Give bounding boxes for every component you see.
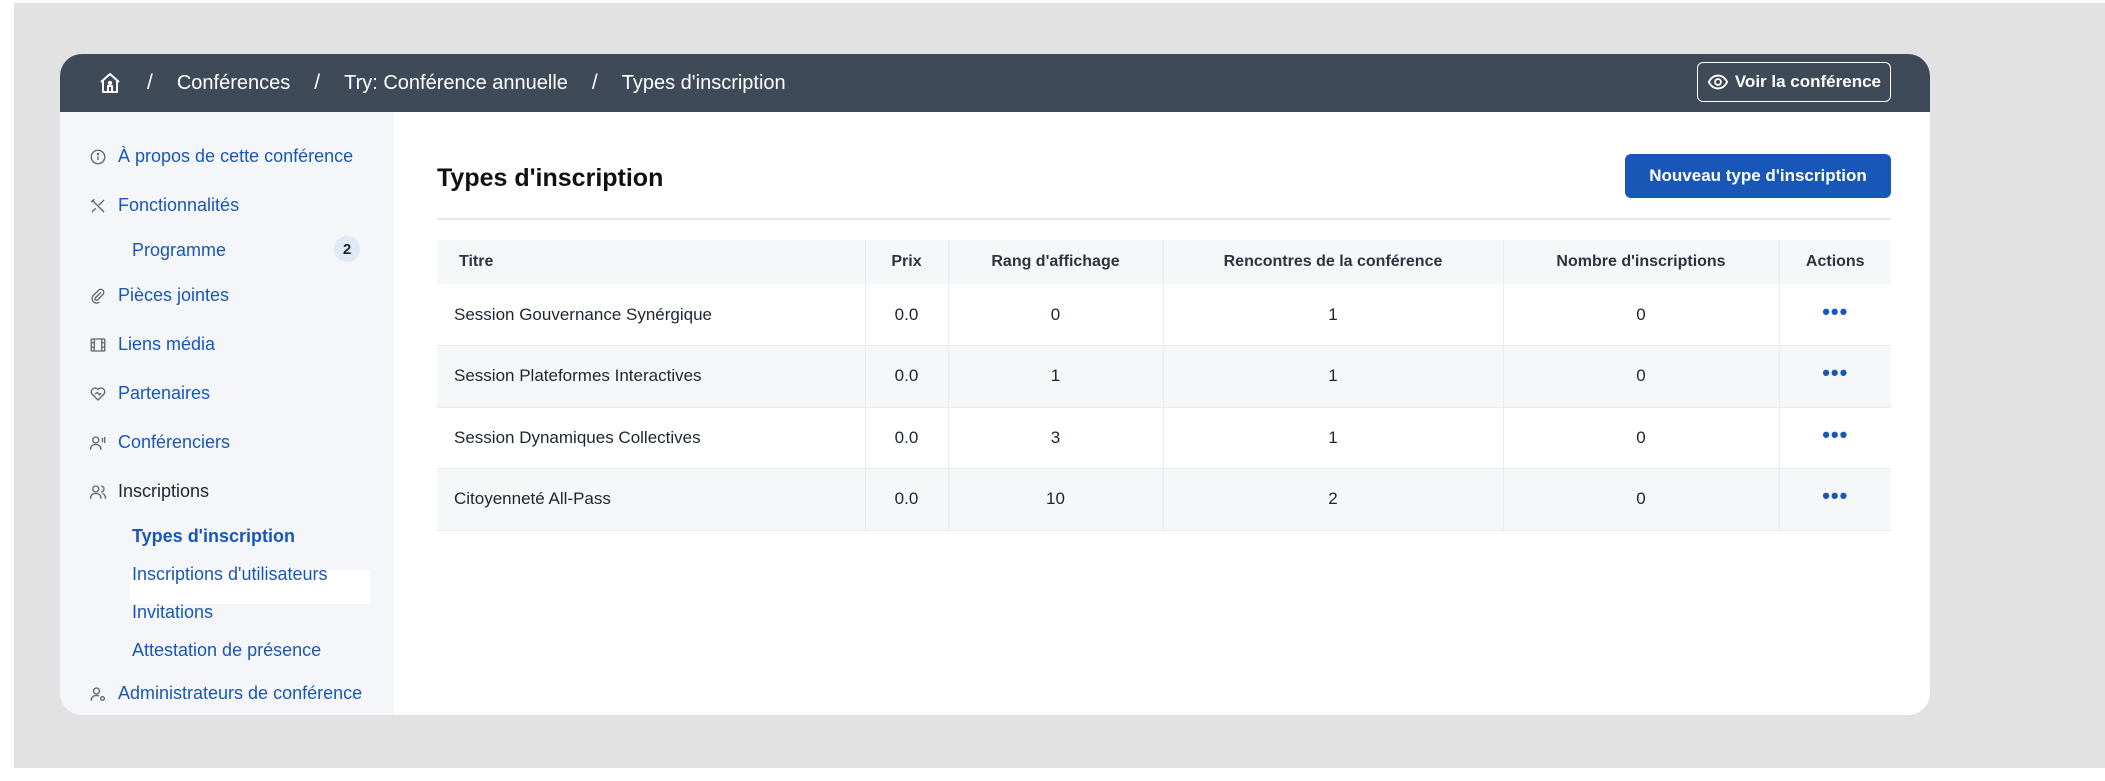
breadcrumb-current: Types d'inscription bbox=[621, 71, 786, 94]
column-header-count[interactable]: Nombre d'inscriptions bbox=[1503, 240, 1780, 284]
cell-price: 0.0 bbox=[865, 407, 949, 469]
registration-types-table: Titre Prix Rang d'affichage Rencontres d… bbox=[437, 240, 1891, 531]
table-row[interactable]: Session Dynamiques Collectives 0.0 3 1 0… bbox=[437, 407, 1891, 469]
view-conference-button[interactable]: Voir la conférence bbox=[1696, 62, 1891, 102]
top-bar: / Conférences / Try: Conférence annuelle… bbox=[60, 54, 1930, 112]
paperclip-icon bbox=[88, 286, 108, 306]
cell-title: Session Gouvernance Synérgique bbox=[437, 284, 866, 346]
sidebar-item-about[interactable]: À propos de cette conférence bbox=[88, 146, 353, 167]
home-icon[interactable] bbox=[97, 70, 123, 96]
sidebar: À propos de cette conférence Fonctionnal… bbox=[60, 112, 394, 715]
table-row[interactable]: Session Gouvernance Synérgique 0.0 0 1 0… bbox=[437, 284, 1891, 346]
cell-title: Session Plateformes Interactives bbox=[437, 345, 866, 407]
cell-count: 0 bbox=[1503, 468, 1780, 530]
cell-actions: ••• bbox=[1779, 284, 1891, 346]
cell-rank: 10 bbox=[948, 468, 1164, 530]
sidebar-item-attendance[interactable]: Attestation de présence bbox=[132, 640, 321, 661]
sidebar-item-programme[interactable]: Programme bbox=[132, 240, 226, 261]
divider bbox=[437, 218, 1891, 220]
handshake-heart-icon bbox=[88, 384, 108, 404]
eye-icon bbox=[1707, 71, 1729, 93]
cell-title: Session Dynamiques Collectives bbox=[437, 407, 866, 469]
sidebar-item-admins[interactable]: Administrateurs de conférence bbox=[88, 683, 362, 704]
column-header-title[interactable]: Titre bbox=[437, 240, 866, 284]
breadcrumb-conferences[interactable]: Conférences bbox=[177, 72, 290, 95]
cell-actions: ••• bbox=[1779, 346, 1891, 408]
sidebar-item-label: Fonctionnalités bbox=[118, 195, 240, 215]
speaker-icon bbox=[88, 433, 108, 453]
breadcrumb-separator: / bbox=[591, 71, 598, 94]
new-registration-type-button[interactable]: Nouveau type d'inscription bbox=[1625, 154, 1891, 198]
main-content: Types d'inscription Nouveau type d'inscr… bbox=[394, 112, 1930, 715]
cell-price: 0.0 bbox=[865, 468, 949, 530]
sidebar-item-label: À propos de cette conférence bbox=[118, 146, 354, 166]
more-actions-icon[interactable]: ••• bbox=[1822, 360, 1848, 385]
film-icon bbox=[88, 335, 108, 355]
sidebar-item-registrations[interactable]: Inscriptions bbox=[88, 481, 209, 502]
programme-count-badge: 2 bbox=[334, 236, 360, 262]
column-header-rank[interactable]: Rang d'affichage bbox=[948, 240, 1164, 284]
user-gear-icon bbox=[88, 684, 108, 704]
sidebar-item-speakers[interactable]: Conférenciers bbox=[88, 432, 230, 453]
breadcrumb-separator: / bbox=[147, 71, 153, 94]
cell-rank: 1 bbox=[948, 345, 1164, 407]
breadcrumb: / Conférences / Try: Conférence annuelle… bbox=[97, 70, 786, 96]
column-header-price[interactable]: Prix bbox=[865, 240, 949, 284]
sidebar-item-invitations[interactable]: Invitations bbox=[132, 602, 213, 623]
table-row[interactable]: Session Plateformes Interactives 0.0 1 1… bbox=[437, 345, 1891, 408]
sidebar-item-partners[interactable]: Partenaires bbox=[88, 383, 210, 404]
page-title: Types d'inscription bbox=[437, 164, 664, 192]
sidebar-item-registration-types[interactable]: Types d'inscription bbox=[132, 526, 295, 547]
cell-rank: 0 bbox=[948, 284, 1164, 346]
app-window: / Conférences / Try: Conférence annuelle… bbox=[60, 54, 1930, 715]
tools-icon bbox=[88, 196, 108, 216]
more-actions-icon[interactable]: ••• bbox=[1822, 483, 1848, 508]
sidebar-item-features[interactable]: Fonctionnalités bbox=[88, 195, 239, 216]
cell-actions: ••• bbox=[1779, 407, 1891, 469]
sidebar-item-attachments[interactable]: Pièces jointes bbox=[88, 285, 229, 306]
column-header-meetings[interactable]: Rencontres de la conférence bbox=[1163, 240, 1504, 284]
breadcrumb-separator: / bbox=[314, 71, 321, 94]
table-header-row: Titre Prix Rang d'affichage Rencontres d… bbox=[437, 240, 1891, 284]
sidebar-item-label: Liens média bbox=[118, 334, 216, 354]
sidebar-item-media-links[interactable]: Liens média bbox=[88, 334, 215, 355]
breadcrumb-conference[interactable]: Try: Conférence annuelle bbox=[344, 72, 568, 95]
cell-rank: 3 bbox=[948, 407, 1164, 469]
cell-meetings: 1 bbox=[1163, 345, 1504, 407]
cell-count: 0 bbox=[1503, 407, 1780, 469]
cell-meetings: 2 bbox=[1163, 468, 1504, 530]
cell-title: Citoyenneté All-Pass bbox=[437, 468, 866, 530]
sidebar-item-label: Pièces jointes bbox=[118, 285, 230, 305]
cell-meetings: 1 bbox=[1163, 407, 1504, 469]
more-actions-icon[interactable]: ••• bbox=[1822, 299, 1848, 324]
cell-count: 0 bbox=[1503, 345, 1780, 407]
view-conference-label: Voir la conférence bbox=[1734, 72, 1881, 91]
sidebar-item-label: Partenaires bbox=[118, 383, 211, 403]
table-row[interactable]: Citoyenneté All-Pass 0.0 10 2 0 ••• bbox=[437, 468, 1891, 531]
sidebar-item-label: Inscriptions bbox=[118, 481, 210, 501]
cell-actions: ••• bbox=[1779, 469, 1891, 531]
users-icon bbox=[88, 482, 108, 502]
info-icon bbox=[88, 147, 108, 167]
more-actions-icon[interactable]: ••• bbox=[1822, 422, 1848, 447]
cell-count: 0 bbox=[1503, 284, 1780, 346]
sidebar-item-label: Administrateurs de conférence bbox=[118, 683, 363, 703]
cell-price: 0.0 bbox=[865, 345, 949, 407]
cell-price: 0.0 bbox=[865, 284, 949, 346]
column-header-actions: Actions bbox=[1779, 240, 1891, 284]
sidebar-item-user-registrations[interactable]: Inscriptions d'utilisateurs bbox=[132, 564, 328, 585]
cell-meetings: 1 bbox=[1163, 284, 1504, 346]
sidebar-item-label: Conférenciers bbox=[118, 432, 231, 452]
